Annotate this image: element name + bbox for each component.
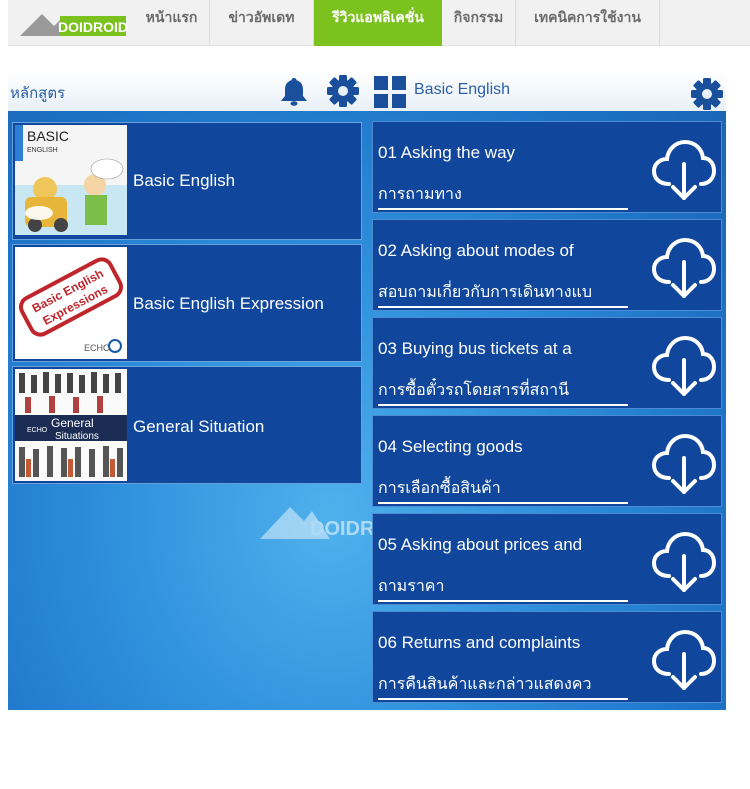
- course-name: Basic English: [133, 171, 236, 190]
- lesson-title: 02 Asking about modes of: [378, 241, 574, 260]
- courses-title: หลักสูตร: [10, 84, 66, 102]
- course-name: General Situation: [133, 417, 265, 436]
- cloud-download-icon[interactable]: [651, 628, 717, 692]
- logo-text: DOIDROID: [58, 19, 128, 35]
- lesson-title: 06 Returns and complaints: [378, 633, 581, 652]
- lesson-divider: [378, 600, 628, 602]
- lessons-title: Basic English: [414, 81, 511, 98]
- grid-icon[interactable]: [373, 75, 407, 109]
- lesson-title: 04 Selecting goods: [378, 437, 523, 456]
- lesson-item-03[interactable]: 03 Buying bus tickets at a การซื้อตั๋วรถ…: [372, 317, 722, 409]
- cloud-download-icon[interactable]: [651, 432, 717, 496]
- cloud-download-icon[interactable]: [651, 334, 717, 398]
- cloud-download-icon[interactable]: [651, 530, 717, 594]
- lesson-subtitle: การถามทาง: [378, 184, 462, 203]
- lesson-subtitle: สอบถามเกี่ยวกับการเดินทางแบ: [378, 282, 592, 301]
- lesson-item-05[interactable]: 05 Asking about prices and ถามราคา: [372, 513, 722, 605]
- lesson-item-02[interactable]: 02 Asking about modes of สอบถามเกี่ยวกับ…: [372, 219, 722, 311]
- thumb-text: Situations: [55, 431, 99, 442]
- course-thumbnail: BASIC ENGLISH: [15, 125, 127, 235]
- course-item-basic-english[interactable]: BASIC ENGLISH Basic English: [12, 122, 362, 240]
- lesson-title: 01 Asking the way: [378, 143, 516, 162]
- lesson-title: 03 Buying bus tickets at a: [378, 339, 572, 358]
- thumb-text: ECHO: [84, 343, 110, 353]
- lesson-subtitle: การเลือกซื้อสินค้า: [378, 478, 501, 497]
- doidroid-logo[interactable]: DOIDROID: [20, 8, 130, 38]
- lesson-subtitle: การคืนสินค้าและกล่าวแสดงคว: [378, 674, 592, 693]
- thumb-text: ENGLISH: [27, 147, 58, 154]
- thumb-text: General: [51, 416, 94, 430]
- nav-activities[interactable]: กิจกรรม: [442, 0, 516, 46]
- nav-app-review[interactable]: รีวิวแอพลิเคชั่น: [314, 0, 442, 46]
- cloud-download-icon[interactable]: [651, 236, 717, 300]
- lesson-item-01[interactable]: 01 Asking the way การถามทาง: [372, 121, 722, 213]
- courses-header: หลักสูตร: [8, 71, 370, 111]
- lesson-item-06[interactable]: 06 Returns and complaints การคืนสินค้าแล…: [372, 611, 722, 703]
- lesson-subtitle: การซื้อตั๋วรถโดยสารที่สถานี: [378, 380, 570, 399]
- nav-home[interactable]: หน้าแรก: [134, 0, 210, 46]
- thumb-text: ECHO: [27, 427, 48, 434]
- lesson-item-04[interactable]: 04 Selecting goods การเลือกซื้อสินค้า: [372, 415, 722, 507]
- bell-icon[interactable]: [280, 76, 308, 106]
- gear-icon[interactable]: [326, 74, 360, 108]
- lesson-divider: [378, 502, 628, 504]
- general-situations-cover-image: ECHO General Situations: [15, 369, 127, 481]
- course-item-general-situation[interactable]: ECHO General Situations General Situatio…: [12, 366, 362, 484]
- course-name: Basic English Expression: [133, 294, 324, 313]
- basic-english-expressions-cover-image: Basic English Expressions ECHO: [15, 247, 127, 359]
- gear-icon[interactable]: [690, 77, 724, 111]
- course-thumbnail: Basic English Expressions ECHO: [15, 247, 127, 359]
- lesson-divider: [378, 208, 628, 210]
- lessons-header: Basic English: [370, 71, 726, 111]
- nav-news-update[interactable]: ข่าวอัพเดท: [210, 0, 314, 46]
- app-screen: หลักสูตร Basic English BASIC ENGLISH Bas…: [8, 71, 726, 710]
- lesson-subtitle: ถามราคา: [378, 576, 445, 595]
- site-navbar: DOIDROID หน้าแรก ข่าวอัพเดท รีวิวแอพลิเค…: [8, 0, 750, 46]
- cloud-download-icon[interactable]: [651, 138, 717, 202]
- course-item-basic-english-expression[interactable]: Basic English Expressions ECHO Basic Eng…: [12, 244, 362, 362]
- lesson-divider: [378, 404, 628, 406]
- basic-english-cover-image: BASIC ENGLISH: [15, 125, 127, 235]
- thumb-text: BASIC: [27, 128, 69, 144]
- lesson-title: 05 Asking about prices and: [378, 535, 583, 554]
- nav-tips[interactable]: เทคนิคการใช้งาน: [516, 0, 660, 46]
- lesson-divider: [378, 698, 628, 700]
- lesson-divider: [378, 306, 628, 308]
- course-thumbnail: ECHO General Situations: [15, 369, 127, 481]
